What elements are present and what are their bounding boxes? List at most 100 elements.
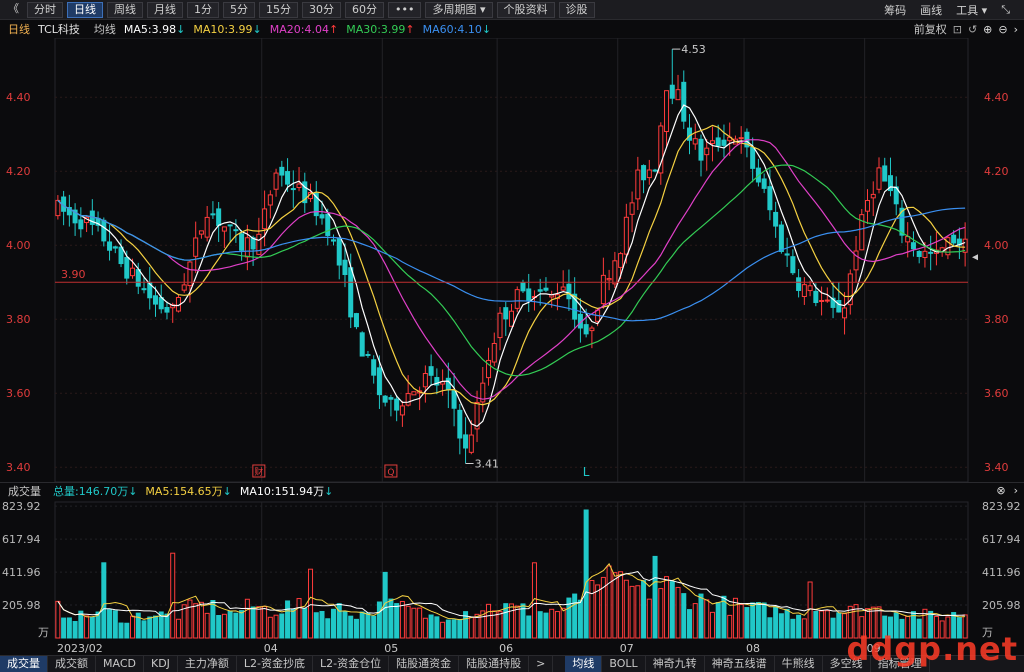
volume-bar <box>164 613 170 639</box>
candle-body <box>543 287 549 291</box>
indicator-tab-3[interactable]: KDJ <box>144 655 178 672</box>
candle-body <box>623 216 629 255</box>
candle-body <box>107 241 113 251</box>
volume-bar <box>681 593 687 639</box>
indicator-tab-7[interactable]: 陆股通资金 <box>389 655 460 672</box>
kline-chart[interactable]: 4.40 4.40 4.20 4.20 4.00 4.00 3.80 3.80 3.60 3.60… <box>0 38 1024 655</box>
indicator-tab-8[interactable]: 陆股通持股 <box>459 655 530 672</box>
period-button-9[interactable]: ••• <box>388 1 422 18</box>
next-icon[interactable]: › <box>1014 23 1018 36</box>
period-label: 日线 <box>8 23 30 36</box>
candle-body <box>865 200 871 212</box>
volume-bar <box>589 579 595 639</box>
candle-body <box>928 251 934 254</box>
period-button-6[interactable]: 15分 <box>259 1 298 18</box>
volume-bar <box>819 610 825 639</box>
ma10-line <box>57 124 966 406</box>
toolbar-right-3[interactable]: ⤡ <box>1001 3 1010 17</box>
volume-bar <box>612 572 618 639</box>
period-button-0[interactable]: 分时 <box>27 1 63 18</box>
overlay-tab-3[interactable]: 神奇五线谱 <box>705 655 775 672</box>
period-button-12[interactable]: 诊股 <box>558 1 595 18</box>
back-icon[interactable]: 《 <box>4 2 23 18</box>
toolbar-right-2[interactable]: 工具 ▾ <box>956 2 987 18</box>
period-button-8[interactable]: 60分 <box>345 1 384 18</box>
close-icon[interactable]: ⊗ <box>996 484 1005 497</box>
candle-body <box>813 290 819 303</box>
toolbar-right-0[interactable]: 筹码 <box>884 2 906 18</box>
candle-body <box>279 166 285 176</box>
volume-bar <box>107 609 113 639</box>
volume-bar <box>801 618 807 639</box>
period-button-7[interactable]: 30分 <box>302 1 341 18</box>
volume-bar <box>554 611 560 639</box>
period-button-3[interactable]: 月线 <box>147 1 183 18</box>
indicator-tab-1[interactable]: 成交额 <box>48 655 96 672</box>
candle-body <box>330 239 337 242</box>
volume-bar <box>411 607 417 639</box>
overlay-tab-1[interactable]: BOLL <box>602 655 646 672</box>
volume-bar <box>233 612 239 639</box>
candle-body <box>422 373 428 388</box>
indicator-tab-9[interactable]: > <box>529 655 554 672</box>
candle-body <box>612 260 618 285</box>
candle-body <box>767 186 773 211</box>
volume-bar <box>761 602 767 639</box>
adjust-button[interactable]: 前复权 <box>914 21 947 37</box>
candle-body <box>589 327 595 332</box>
period-button-10[interactable]: 多周期图 ▾ <box>425 1 493 18</box>
indicator-tab-6[interactable]: L2-资金仓位 <box>313 655 390 672</box>
price-tick-left-0: 4.40 <box>6 91 31 104</box>
volume-bar <box>778 613 784 639</box>
indicator-tab-0[interactable]: 成交量 <box>0 655 48 672</box>
stock-name: TCL科技 <box>38 23 80 36</box>
volume-bar <box>365 612 371 639</box>
volume-bar <box>313 612 319 639</box>
x-label-4: 07 <box>620 642 634 655</box>
candle-body <box>922 250 928 258</box>
volume-bar <box>755 602 761 639</box>
period-button-2[interactable]: 周线 <box>107 1 143 18</box>
toolbar-right-1[interactable]: 画线 <box>920 2 942 18</box>
candle-body <box>836 300 842 313</box>
volume-bar <box>773 606 779 639</box>
period-button-4[interactable]: 1分 <box>187 1 219 18</box>
volume-bar <box>147 616 153 639</box>
indicator-tab-4[interactable]: 主力净额 <box>178 655 237 672</box>
indicator-tabs-left: 成交量 成交额 MACD KDJ 主力净额 L2-资金抄底 L2-资金仓位 陆股通资金 陆股通持… <box>0 655 554 672</box>
volume-bar <box>428 614 434 639</box>
zoom-in-icon[interactable]: ⊕ <box>983 23 992 36</box>
volume-title: 成交量 <box>8 484 41 498</box>
lock-icon[interactable]: ⊡ <box>953 23 962 36</box>
candle-body <box>130 267 136 277</box>
period-button-5[interactable]: 5分 <box>223 1 255 18</box>
volume-ma10: MA10:151.94万↓ <box>239 484 334 498</box>
candle-body <box>365 353 371 356</box>
period-toolbar: 《 分时 日线 周线 月线 1分 5分 15分 30分 60分 ••• 多周期图 ▾ 个股资料 诊股 筹… <box>0 0 1024 20</box>
undo-icon[interactable]: ↺ <box>968 23 977 36</box>
candle-body <box>646 169 652 179</box>
candle-body <box>842 307 848 319</box>
event-marker-2: L <box>583 465 590 479</box>
period-button-1[interactable]: 日线 <box>67 1 103 18</box>
candle-body <box>876 167 882 190</box>
period-button-11[interactable]: 个股资料 <box>496 1 555 18</box>
indicator-tab-2[interactable]: MACD <box>96 655 144 672</box>
next-icon[interactable]: › <box>1014 484 1018 497</box>
candle-body <box>566 283 572 300</box>
volume-bar <box>273 614 279 639</box>
volume-bar <box>750 602 756 639</box>
overlay-tab-4[interactable]: 牛熊线 <box>775 655 823 672</box>
overlay-tab-0[interactable]: 均线 <box>565 655 603 672</box>
candle-body <box>508 310 515 327</box>
volume-bar <box>652 555 658 639</box>
volume-bar <box>210 600 216 639</box>
volume-bar <box>813 610 819 639</box>
candle-body <box>376 367 382 396</box>
zoom-out-icon[interactable]: ⊖ <box>998 23 1007 36</box>
overlay-tab-2[interactable]: 神奇九转 <box>646 655 705 672</box>
indicator-tab-5[interactable]: L2-资金抄底 <box>237 655 314 672</box>
ma5-line <box>57 104 966 428</box>
candle-body <box>164 306 170 313</box>
ma-label[interactable]: 均线 <box>94 21 116 37</box>
